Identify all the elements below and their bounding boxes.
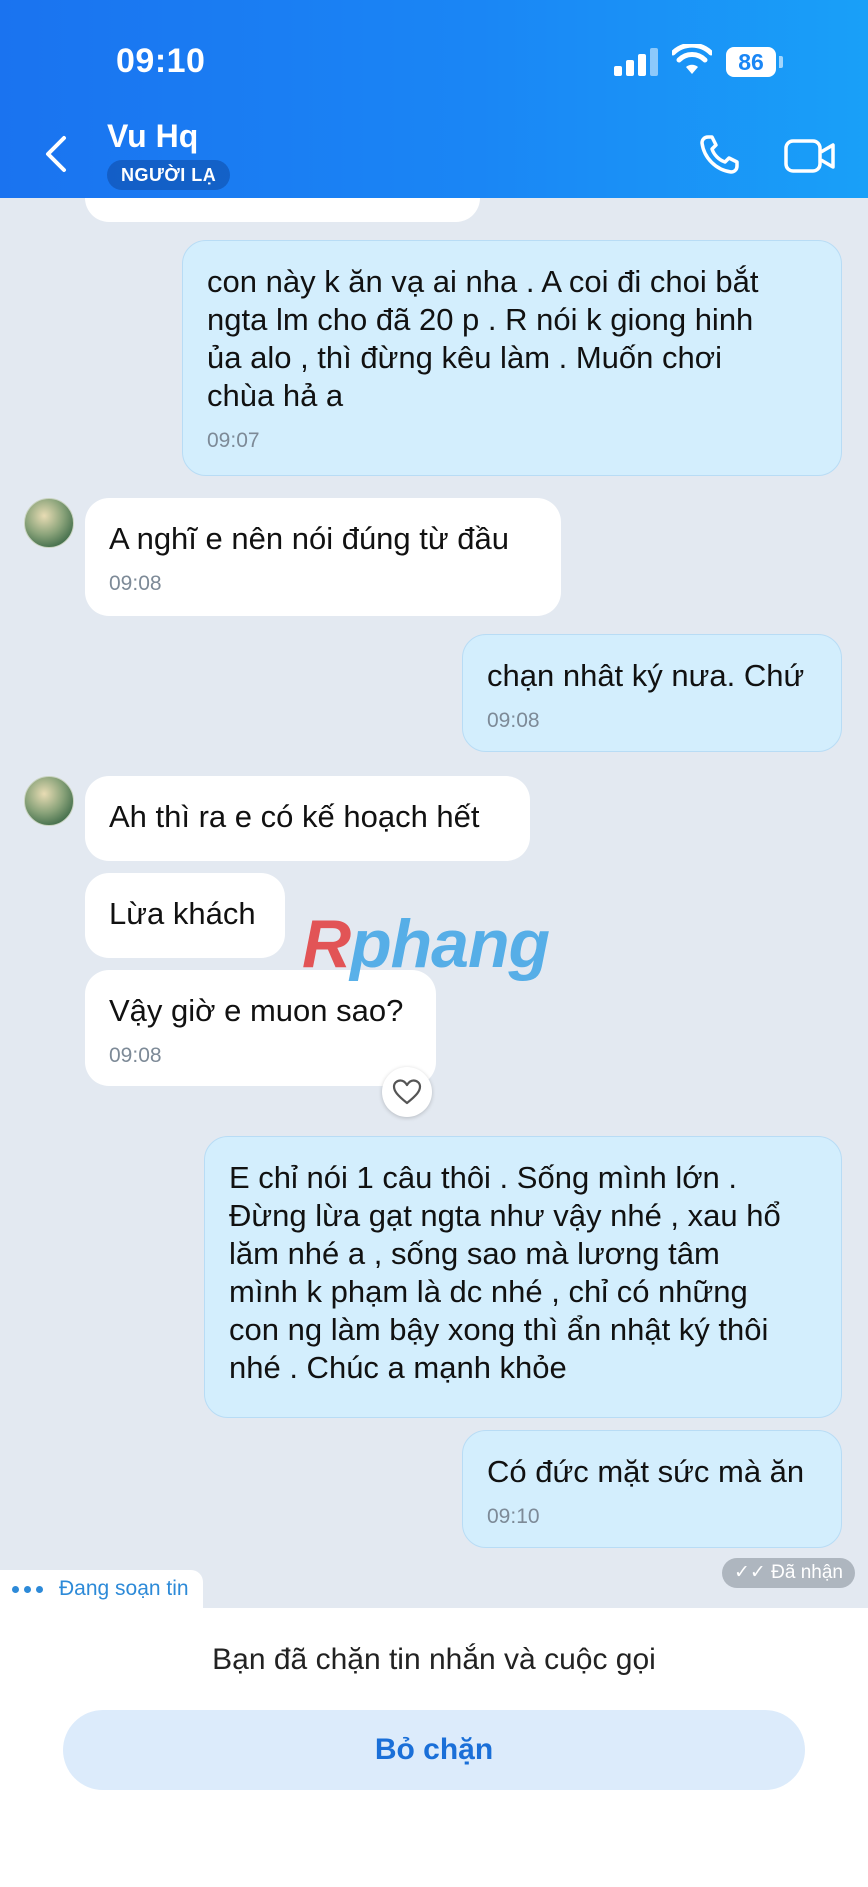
message-time: 09:08: [109, 572, 162, 595]
message-bubble-outgoing[interactable]: Có đức mặt sức mà ăn 09:10: [462, 1430, 842, 1548]
message-bubble-outgoing[interactable]: con này k ăn vạ ai nha . A coi đi choi b…: [182, 240, 842, 476]
contact-avatar[interactable]: [24, 498, 74, 548]
message-text: Vậy giờ e muon sao?: [109, 993, 404, 1028]
message-text: Ah thì ra e có kế hoạch hết: [109, 799, 480, 834]
cellular-signal-icon: [614, 48, 658, 76]
double-check-icon: ✓✓: [734, 1562, 766, 1583]
message-text: Có đức mặt sức mà ăn: [487, 1454, 805, 1489]
phone-call-icon[interactable]: [698, 132, 742, 176]
typing-dots-icon: [12, 1585, 43, 1593]
message-bubble-incoming[interactable]: Ah thì ra e có kế hoạch hết: [85, 776, 530, 861]
message-text: chạn nhât ký nưa. Chứ: [487, 658, 805, 693]
message-time: 09:07: [207, 429, 260, 452]
message-text: Lừa khách: [109, 896, 256, 931]
message-bubble-incoming[interactable]: A nghĩ e nên nói đúng từ đầu 09:08: [85, 498, 561, 616]
stranger-badge: NGƯỜI LẠ: [107, 160, 231, 190]
message-text: E chỉ nói 1 câu thôi . Sống mình lớn . Đ…: [229, 1160, 781, 1385]
battery-level: 86: [726, 47, 776, 77]
back-arrow-icon[interactable]: [40, 134, 76, 174]
message-bubble-incoming[interactable]: Vậy giờ e muon sao? 09:08: [85, 970, 436, 1086]
message-bubble-incoming[interactable]: Lừa khách: [85, 873, 285, 958]
react-heart-icon[interactable]: [382, 1067, 432, 1117]
received-status-label: Đã nhận: [771, 1562, 843, 1583]
message-bubble-outgoing[interactable]: chạn nhât ký nưa. Chứ 09:08: [462, 634, 842, 752]
blocked-notice: Bạn đã chặn tin nhắn và cuộc gọi: [212, 1643, 656, 1676]
message-bubble-outgoing[interactable]: E chỉ nói 1 câu thôi . Sống mình lớn . Đ…: [204, 1136, 842, 1418]
unblock-button[interactable]: Bỏ chặn: [63, 1710, 805, 1790]
contact-name[interactable]: Vu Hq: [107, 118, 198, 155]
chat-header: 09:10 86 Vu Hq NGƯỜI LẠ: [0, 0, 868, 198]
message-time: 09:08: [109, 1044, 162, 1067]
wifi-icon: [672, 44, 712, 74]
video-call-icon[interactable]: [784, 138, 836, 174]
contact-avatar[interactable]: [24, 776, 74, 826]
battery-tip: [779, 56, 783, 68]
status-time: 09:10: [116, 42, 206, 80]
message-text: con này k ăn vạ ai nha . A coi đi choi b…: [207, 264, 759, 413]
received-status-badge: ✓✓ Đã nhận: [722, 1558, 855, 1588]
typing-indicator: Đang soạn tin: [0, 1570, 203, 1608]
watermark-logo: Rphang: [302, 906, 550, 982]
typing-label: Đang soạn tin: [59, 1577, 189, 1600]
message-text: A nghĩ e nên nói đúng từ đầu: [109, 521, 509, 556]
message-time: 09:10: [487, 1505, 540, 1528]
message-time: 09:08: [487, 709, 540, 732]
